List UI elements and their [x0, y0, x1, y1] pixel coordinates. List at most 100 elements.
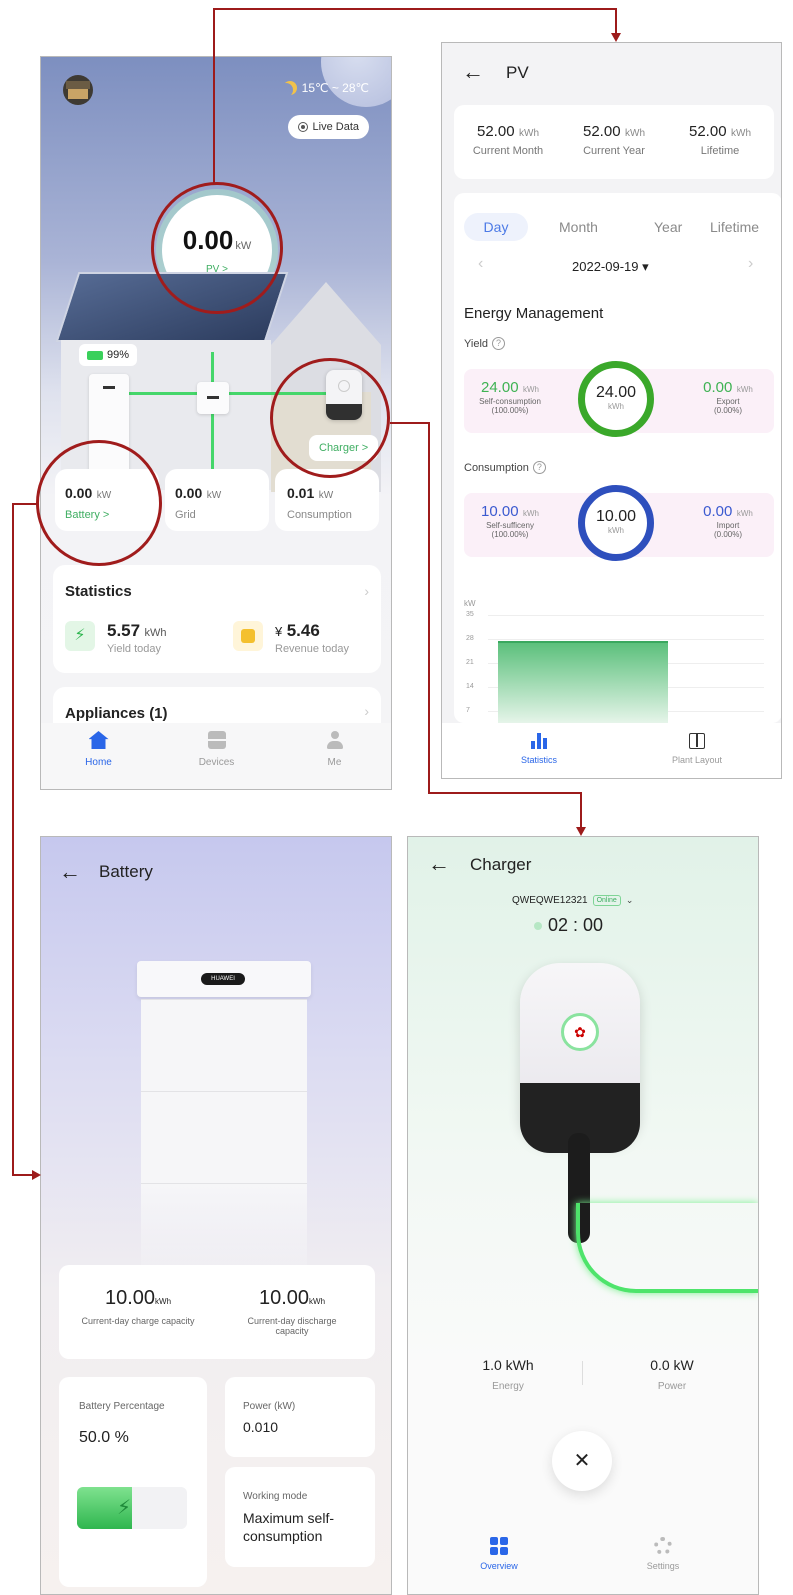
export-unit: kWh	[736, 385, 753, 394]
power-chart: kW 35 28 21 14 7	[464, 595, 764, 725]
self-consumption-value: 24.00	[481, 379, 519, 396]
tab-day[interactable]: Day	[464, 213, 528, 241]
self-sufficiency-value: 10.00	[481, 503, 519, 520]
connector-pv	[615, 8, 617, 34]
statistics-card[interactable]: Statistics › ⚡ 5.57 kWh Yield today ¥ 5.…	[53, 565, 381, 673]
consumption-card-unit: kW	[318, 490, 334, 501]
battery-stack-illustration: HUAWEI	[137, 961, 311, 1311]
connector-charger	[580, 792, 582, 828]
nav-plant-layout[interactable]: Plant Layout	[662, 733, 732, 765]
nav-home-label: Home	[85, 757, 112, 768]
pv-current-month: 52.00 kWh Current Month	[458, 123, 558, 157]
charging-timer: 02 : 00	[548, 915, 604, 935]
chevron-right-icon: ›	[364, 703, 369, 719]
chevron-right-icon: ›	[364, 583, 369, 599]
grid-card[interactable]: 0.00 kW Grid	[165, 469, 269, 531]
consumption-ring-value: 10.00	[595, 508, 637, 525]
import-pct: (0.00%)	[713, 530, 742, 539]
charger-serial: QWEQWE12321	[512, 895, 588, 906]
yield-ring: 24.00 kWh	[578, 361, 654, 437]
charger-energy-label: Energy	[492, 1381, 524, 1392]
home-bottom-nav: Home Devices Me	[41, 723, 391, 789]
connector-battery	[12, 503, 14, 1175]
pv-screen: ← PV 52.00 kWh Current Month 52.00 kWh C…	[441, 42, 782, 779]
nav-me[interactable]: Me	[307, 731, 362, 768]
weather-text: 15℃ ~ 28℃	[301, 81, 369, 95]
nav-home[interactable]: Home	[71, 731, 126, 768]
revenue-currency: ¥	[275, 624, 283, 639]
consumption-card[interactable]: 0.01 kW Consumption	[275, 469, 379, 531]
chart-tick: 7	[466, 707, 470, 714]
battery-title: Battery	[99, 862, 153, 881]
nav-devices[interactable]: Devices	[189, 731, 244, 768]
huawei-logo: ✿	[561, 1013, 599, 1051]
tab-lifetime[interactable]: Lifetime	[710, 219, 759, 235]
working-mode-card[interactable]: Working mode Maximum self-consumption	[225, 1467, 375, 1567]
charger-power-value: 0.0 kW	[650, 1357, 694, 1373]
help-icon[interactable]: ?	[492, 337, 506, 350]
nav-overview[interactable]: Overview	[464, 1537, 534, 1571]
chart-tick: 35	[466, 611, 474, 618]
charge-capacity-value: 10.00	[104, 1287, 156, 1309]
connector-pv	[213, 8, 617, 10]
revenue-label: Revenue today	[275, 643, 349, 655]
pv-summary-card: 52.00 kWh Current Month 52.00 kWh Curren…	[454, 105, 774, 179]
pv-title: PV	[506, 63, 529, 82]
help-icon[interactable]: ?	[532, 461, 546, 474]
connector-arrow	[576, 827, 586, 836]
date-prev-icon[interactable]: ‹	[478, 255, 483, 273]
consumption-label: Consumption	[464, 461, 529, 474]
yield-band: 24.00 kWh Self-consumption (100.00%) 24.…	[464, 361, 774, 437]
live-data-label: Live Data	[312, 121, 359, 133]
connector-pv	[213, 8, 215, 184]
pv-lifetime-unit: kWh	[731, 128, 751, 139]
charging-cable-glow	[576, 1203, 758, 1293]
nav-devices-label: Devices	[198, 757, 235, 768]
back-arrow-icon[interactable]: ←	[59, 859, 81, 885]
pv-lifetime: 52.00 kWh Lifetime	[670, 123, 770, 157]
self-sufficiency-unit: kWh	[523, 509, 539, 518]
pv-year-unit: kWh	[625, 128, 645, 139]
self-sufficiency-label: Self-sufficeny	[486, 521, 534, 530]
avatar[interactable]	[63, 75, 93, 105]
stop-charging-button[interactable]: ✕	[552, 1431, 612, 1491]
battery-screen: ← Battery HUAWEI 10.00kWh Current-day ch…	[40, 836, 392, 1595]
close-icon: ✕	[573, 1450, 591, 1472]
working-mode-label: Working mode	[243, 1491, 308, 1502]
discharge-capacity-unit: kWh	[309, 1297, 326, 1306]
timer-icon	[534, 921, 542, 930]
live-data-button[interactable]: Live Data	[287, 115, 369, 139]
pv-month-value: 52.00	[477, 123, 515, 140]
highlight-ring-battery	[36, 440, 162, 566]
yield-today-unit: kWh	[144, 627, 167, 639]
date-next-icon[interactable]: ›	[748, 255, 753, 273]
pv-month-label: Current Month	[472, 145, 544, 157]
tab-month[interactable]: Month	[559, 219, 598, 235]
charger-title: Charger	[470, 855, 532, 874]
working-mode-value: Maximum self-consumption	[243, 1510, 335, 1544]
chart-tick: 28	[466, 635, 474, 642]
appliances-title: Appliances (1)	[65, 705, 168, 722]
tab-year[interactable]: Year	[654, 219, 682, 235]
yield-today-label: Yield today	[107, 643, 162, 655]
back-arrow-icon[interactable]: ←	[462, 59, 484, 85]
back-arrow-icon[interactable]: ←	[428, 851, 450, 877]
battery-power-value: 0.010	[243, 1419, 279, 1435]
highlight-ring-charger	[270, 358, 390, 478]
pv-main-card: Day Month Year Lifetime ‹ 2022-09-19 ▾ ›…	[454, 193, 781, 725]
charger-illustration: ✿	[508, 963, 758, 1323]
consumption-band: 10.00 kWh Self-sufficeny (100.00%) 10.00…	[464, 485, 774, 561]
grid-card-unit: kW	[206, 490, 222, 501]
yield-ring-value: 24.00	[595, 384, 637, 401]
battery-percentage-value: 50.0 %	[79, 1429, 129, 1446]
date-picker[interactable]: 2022-09-19 ▾	[572, 259, 649, 275]
battery-power-label: Power (kW)	[243, 1401, 296, 1412]
composite-stage: 15℃ ~ 28℃ Live Data 0.00 kW PV > 99% Cha…	[0, 0, 793, 1595]
nav-statistics-label: Statistics	[520, 755, 557, 765]
devices-icon	[207, 731, 226, 749]
consumption-ring: 10.00 kWh	[578, 485, 654, 561]
charger-selector[interactable]: QWEQWE12321 Online ⌄	[512, 895, 633, 906]
nav-settings[interactable]: Settings	[628, 1537, 698, 1571]
nav-statistics[interactable]: Statistics	[504, 733, 574, 765]
self-consumption-label: Self-consumption	[479, 397, 541, 406]
